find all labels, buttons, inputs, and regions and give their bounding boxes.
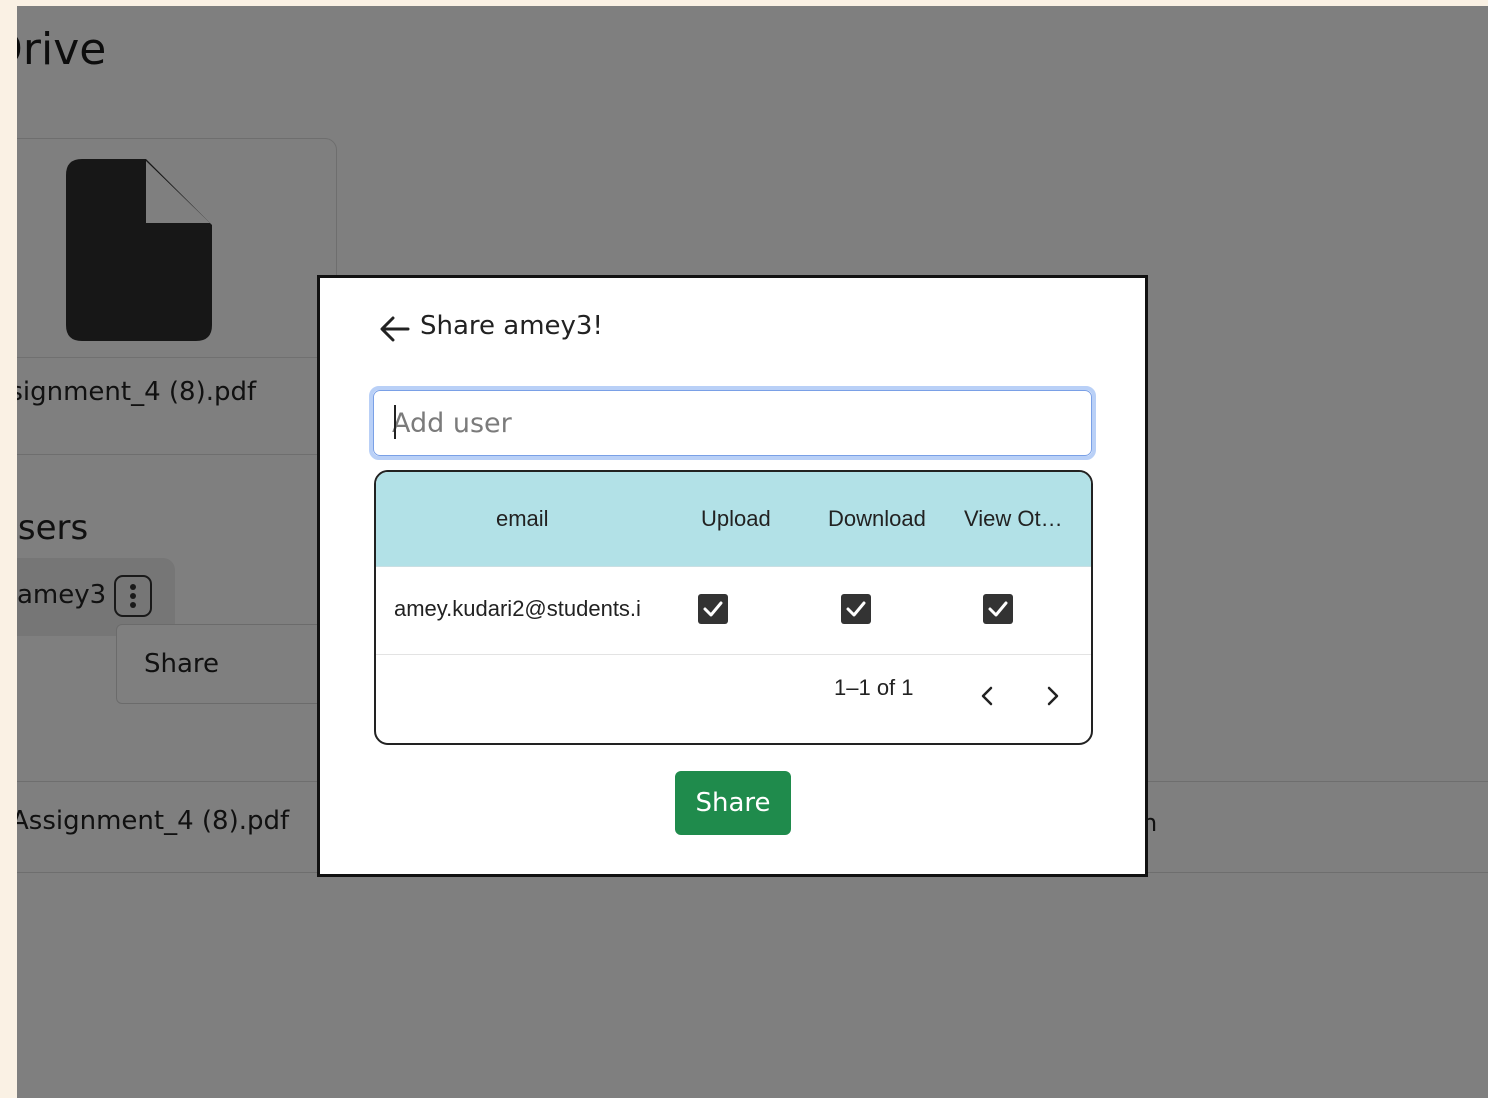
column-header-upload[interactable]: Upload <box>701 506 771 532</box>
back-button[interactable] <box>378 312 412 346</box>
add-user-field <box>369 386 1096 460</box>
pagination-label: 1–1 of 1 <box>834 675 914 700</box>
prev-page-button[interactable] <box>972 681 1002 711</box>
share-dialog: Share amey3! email Upload Download View … <box>317 275 1148 877</box>
table-header: email Upload Download View Ot… <box>376 472 1091 567</box>
column-header-email[interactable]: email <box>496 506 549 532</box>
table-footer: 1–1 of 1 <box>376 655 1091 743</box>
checkbox-checked-icon <box>846 601 866 617</box>
column-header-download[interactable]: Download <box>828 506 926 532</box>
permissions-table: email Upload Download View Ot… amey.kuda… <box>374 470 1093 745</box>
arrow-left-icon <box>380 316 410 342</box>
email-cell: amey.kudari2@students.i <box>394 596 641 621</box>
column-header-view-others[interactable]: View Ot… <box>964 506 1063 532</box>
next-page-button[interactable] <box>1038 681 1068 711</box>
dialog-title: Share amey3! <box>420 311 603 341</box>
checkbox-checked-icon <box>703 601 723 617</box>
add-user-input[interactable] <box>373 390 1092 456</box>
table-row: amey.kudari2@students.i <box>376 566 1091 655</box>
text-caret <box>394 405 396 439</box>
checkbox-checked-icon <box>988 601 1008 617</box>
download-checkbox[interactable] <box>841 594 871 624</box>
share-button[interactable]: Share <box>675 771 791 835</box>
chevron-right-icon <box>1047 686 1059 706</box>
view-others-checkbox[interactable] <box>983 594 1013 624</box>
upload-checkbox[interactable] <box>698 594 728 624</box>
chevron-left-icon <box>981 686 993 706</box>
